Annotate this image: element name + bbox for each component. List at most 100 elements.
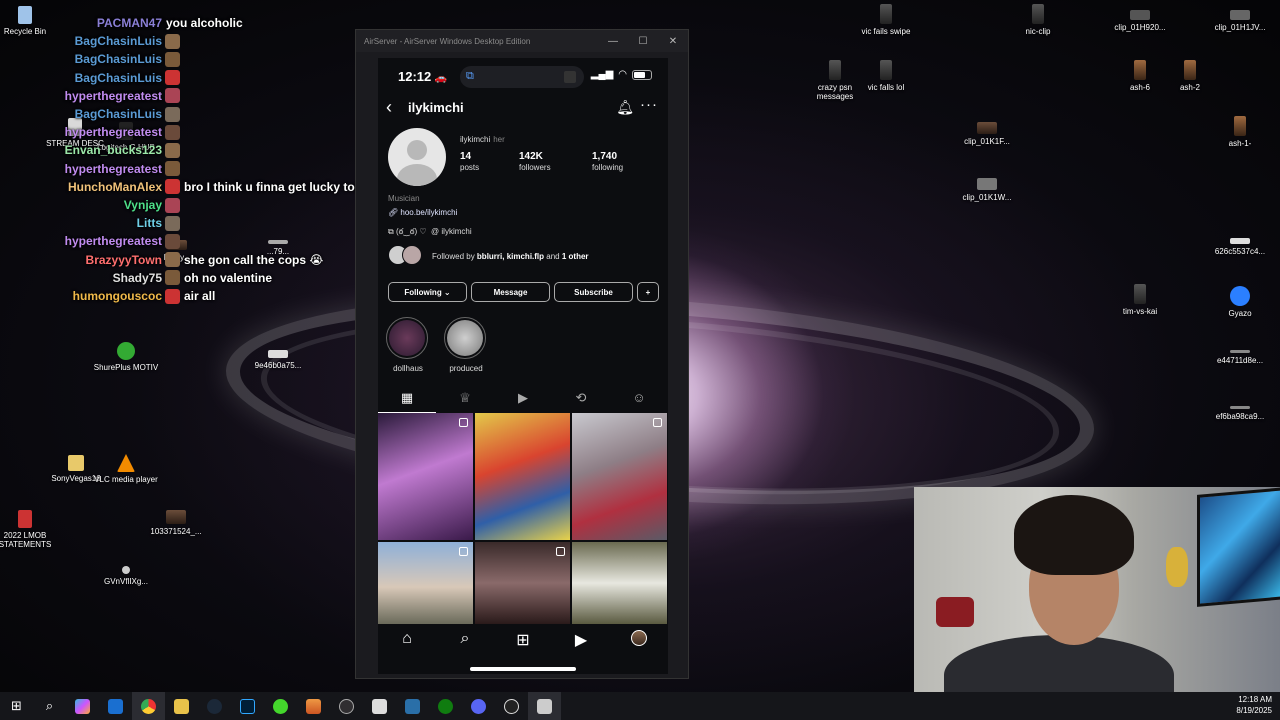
taskbar-discord[interactable] <box>462 692 495 720</box>
minimize-button[interactable]: — <box>598 36 628 47</box>
followed-by-text: Followed by bblurri, kimchi.flp and 1 ot… <box>432 251 589 261</box>
chat-username: hyperthegreatest <box>64 88 162 103</box>
chat-message: Shady75 oh no valentine <box>0 269 272 287</box>
video-icon <box>1134 60 1146 80</box>
repost-icon: ⟲ <box>575 390 587 405</box>
nav-home[interactable]: ⌂ <box>378 630 436 656</box>
video-thumbnail-icon <box>1230 10 1250 20</box>
tab-grid[interactable]: ▦ <box>378 387 436 413</box>
airserver-icon <box>564 71 576 83</box>
notification-bell-icon[interactable]: 🔔︎ <box>616 99 634 116</box>
chrome-icon <box>141 698 156 714</box>
taskbar-obs[interactable] <box>330 692 363 720</box>
desktop-icon-clip-01k1f[interactable]: clip_01K1F... <box>952 122 1022 146</box>
airserver-window[interactable]: AirServer - AirServer Windows Desktop Ed… <box>355 29 689 679</box>
video-thumbnail-icon <box>1130 10 1150 20</box>
start-button[interactable]: ⊞ <box>0 692 33 720</box>
desktop-icon-clip-01k1w[interactable]: clip_01K1W... <box>952 178 1022 202</box>
chat-avatar-icon <box>165 197 180 213</box>
desktop-icon-ash-1[interactable]: ash-1- <box>1205 116 1275 148</box>
taskbar-xbox[interactable] <box>429 692 462 720</box>
message-button[interactable]: Message <box>471 282 550 302</box>
chat-text: oh no valentine <box>184 270 273 285</box>
desktop-icon-626c5537[interactable]: 626c5537c4... <box>1205 238 1275 256</box>
back-arrow-icon[interactable]: ‹ <box>386 97 392 118</box>
taskbar-search[interactable]: ⌕ <box>33 692 66 720</box>
desktop-icon-9e46b[interactable]: 9e46b0a75... <box>243 350 313 370</box>
taskbar-steam[interactable] <box>198 692 231 720</box>
phone-time: 12:12 🚗 <box>398 69 448 84</box>
threads-row[interactable]: ⧉ (ఠ‿ఠ) ♡ @ ilykimchi <box>388 227 472 238</box>
desktop-icon-gvnvf[interactable]: GVnVflIXg... <box>91 566 161 586</box>
profile-full-name: ilykimchi her <box>460 135 505 144</box>
taskbar-store[interactable] <box>363 692 396 720</box>
desktop-icon-e44711d8[interactable]: e44711d8e... <box>1205 350 1275 365</box>
taskbar-outlook[interactable] <box>99 692 132 720</box>
nav-profile[interactable] <box>610 630 668 656</box>
airserver-titlebar[interactable]: AirServer - AirServer Windows Desktop Ed… <box>356 30 688 52</box>
post-thumbnail[interactable] <box>572 542 667 624</box>
taskbar-photoshop[interactable] <box>231 692 264 720</box>
add-user-button[interactable]: + <box>637 282 659 302</box>
post-thumbnail[interactable] <box>572 413 667 540</box>
nav-search[interactable]: ⌕ <box>436 630 494 656</box>
followed-by-row[interactable]: Followed by bblurri, kimchi.flp and 1 ot… <box>388 245 589 267</box>
more-options-icon[interactable]: ··· <box>640 96 658 113</box>
system-clock[interactable]: 12:18 AM 8/19/2025 <box>1236 695 1272 717</box>
desktop-icon-vic-fails-swipe[interactable]: vic fails swipe <box>851 4 921 36</box>
chat-avatar-icon <box>165 252 180 268</box>
desktop-icon-vic-falls[interactable]: vic falls lol <box>851 60 921 92</box>
maximize-button[interactable]: ☐ <box>628 36 658 47</box>
taskbar-airserver[interactable] <box>528 692 561 720</box>
desktop-icon-nic-clip[interactable]: nic-clip <box>1003 4 1073 36</box>
desktop-icon-ash-2[interactable]: ash-2 <box>1155 60 1225 92</box>
tab-tagged[interactable]: ☺ <box>610 387 668 413</box>
highlight-dollhaus[interactable]: dollhaus <box>386 317 430 373</box>
folder-icon <box>68 455 84 471</box>
profile-avatar[interactable] <box>388 128 446 186</box>
desktop-icon-vlc[interactable]: VLC media player <box>91 454 161 484</box>
close-button[interactable]: ✕ <box>658 36 688 47</box>
video-thumbnail-icon <box>977 122 997 134</box>
desktop-icon-lmob[interactable]: 2022 LMOB STATEMENTS <box>0 510 60 549</box>
tab-reels[interactable]: ▶ <box>494 387 552 413</box>
chat-message: PACMAN47 you alcoholic <box>0 14 243 32</box>
post-thumbnail[interactable] <box>378 542 473 624</box>
chat-username: BagChasinLuis <box>74 70 162 85</box>
post-thumbnail[interactable] <box>475 413 570 540</box>
chat-message: hyperthegreatest <box>0 232 184 250</box>
chat-message: BagChasinLuis <box>0 105 184 123</box>
taskbar-logitech[interactable] <box>495 692 528 720</box>
stat-posts[interactable]: 14 posts <box>460 151 479 172</box>
stat-following[interactable]: 1,740 following <box>592 151 623 172</box>
highlight-produced[interactable]: produced <box>444 317 488 373</box>
taskbar-razer[interactable] <box>264 692 297 720</box>
taskbar-chrome[interactable] <box>132 692 165 720</box>
steam-icon <box>207 698 222 714</box>
taskbar-shield-app[interactable] <box>297 692 330 720</box>
stat-followers[interactable]: 142K followers <box>519 151 551 172</box>
following-button[interactable]: Following ⌄ <box>388 282 467 302</box>
desktop-icon-ef6ba98c[interactable]: ef6ba98ca9... <box>1205 406 1275 421</box>
post-thumbnail[interactable] <box>475 542 570 624</box>
desktop-icon-gyazo[interactable]: Gyazo <box>1205 286 1275 318</box>
nav-reels[interactable]: ▶ <box>552 630 610 656</box>
chat-avatar-icon <box>165 161 180 177</box>
chat-avatar-icon <box>165 106 180 122</box>
desktop-icon-103371524[interactable]: 103371524_... <box>141 510 211 536</box>
taskbar-file-explorer[interactable] <box>165 692 198 720</box>
chat-message: BagChasinLuis <box>0 50 184 68</box>
taskbar-copilot[interactable] <box>66 692 99 720</box>
home-icon: ⌂ <box>402 630 412 647</box>
taskbar-vegas[interactable] <box>396 692 429 720</box>
desktop-icon-clip-01h920[interactable]: clip_01H920... <box>1105 10 1175 32</box>
nav-create[interactable]: ⊞ <box>494 630 552 656</box>
tab-reposts[interactable]: ⟲ <box>552 387 610 413</box>
desktop-icon-clip-01h1jv[interactable]: clip_01H1JV... <box>1205 10 1275 32</box>
tab-collab[interactable]: ♕ <box>436 387 494 413</box>
post-thumbnail[interactable] <box>378 413 473 540</box>
subscribe-button[interactable]: Subscribe <box>554 282 633 302</box>
desktop-icon-tim-vs-kai[interactable]: tim-vs-kai <box>1105 284 1175 316</box>
desktop-icon-shureplus[interactable]: ShurePlus MOTIV <box>91 342 161 372</box>
profile-link[interactable]: 🔗︎ hoo.be/ilykimchi <box>388 208 457 217</box>
